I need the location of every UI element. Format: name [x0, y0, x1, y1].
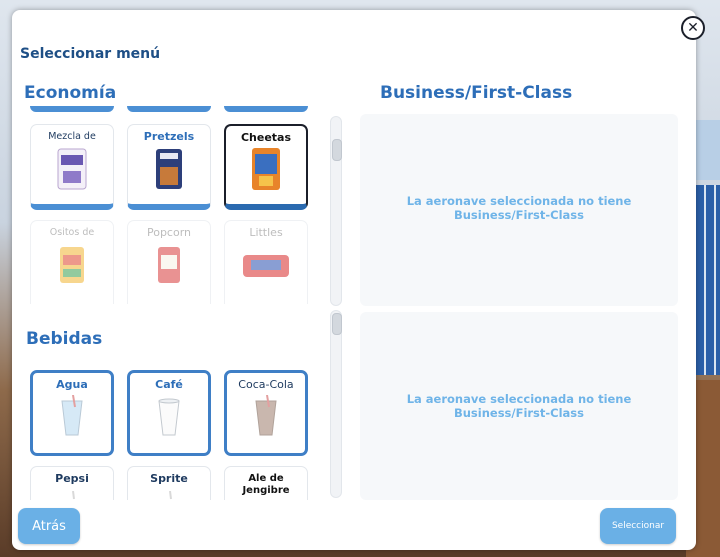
littles-bag-icon: [243, 255, 289, 277]
trail-mix-bag-icon: [57, 148, 87, 190]
drink-label: Sprite: [150, 472, 188, 485]
close-icon[interactable]: ✕: [681, 16, 705, 40]
drink-card-sprite[interactable]: Sprite: [127, 466, 211, 500]
pretzels-bag-icon: [156, 149, 182, 189]
drinks-heading: Bebidas: [26, 329, 103, 349]
cola-cup-icon: [255, 395, 277, 436]
business-food-message: La aeronave seleccionada no tiene Busine…: [406, 194, 632, 222]
drink-card-coca-cola[interactable]: Coca-Cola: [224, 370, 308, 456]
water-cup-icon: [61, 395, 83, 436]
economy-snacks-list[interactable]: Mezcla de Pretzels Cheetas Ositos de Pop…: [26, 106, 314, 304]
snack-label: Mezcla de: [48, 131, 96, 142]
snack-card-partial[interactable]: [30, 106, 114, 112]
business-drinks-panel: La aeronave seleccionada no tiene Busine…: [360, 312, 678, 500]
business-drinks-message: La aeronave seleccionada no tiene Busine…: [406, 392, 632, 420]
snack-label: Popcorn: [146, 226, 192, 239]
snack-card-popcorn[interactable]: Popcorn: [127, 220, 211, 304]
drink-label: Café: [155, 378, 183, 391]
snack-card-partial[interactable]: [127, 106, 211, 112]
scrollbar-thumb[interactable]: [332, 313, 342, 335]
select-button[interactable]: Seleccionar: [600, 508, 676, 544]
dialog-title: Seleccionar menú: [20, 46, 161, 62]
back-button[interactable]: Atrás: [18, 508, 80, 544]
drink-card-agua[interactable]: Agua: [30, 370, 114, 456]
menu-selection-dialog: Seleccionar menú Economía Business/First…: [12, 10, 696, 550]
drink-label: Pepsi: [55, 472, 89, 485]
snack-card-partial[interactable]: [224, 106, 308, 112]
coffee-cup-icon: [158, 398, 180, 436]
snack-card-pretzels[interactable]: Pretzels: [127, 124, 211, 210]
business-food-panel: La aeronave seleccionada no tiene Busine…: [360, 114, 678, 306]
drink-card-ginger-ale[interactable]: Ale de Jengibre: [224, 466, 308, 500]
snack-label: Pretzels: [143, 130, 195, 143]
snack-card-ositos[interactable]: Ositos de: [30, 220, 114, 304]
pepsi-cup-icon: [72, 491, 75, 500]
snack-card-littles[interactable]: Littles: [224, 220, 308, 304]
business-heading: Business/First-Class: [380, 83, 573, 103]
drink-card-cafe[interactable]: Café: [127, 370, 211, 456]
snack-card-cheetas[interactable]: Cheetas: [224, 124, 308, 210]
snack-label: Ositos de: [49, 227, 95, 238]
snack-card-mezcla[interactable]: Mezcla de: [30, 124, 114, 210]
snack-label: Littles: [249, 226, 283, 239]
drink-label: Coca-Cola: [238, 378, 294, 391]
snack-label: Cheetas: [240, 131, 292, 144]
sprite-cup-icon: [169, 491, 172, 500]
gummy-bears-bag-icon: [60, 247, 84, 283]
drink-label: Agua: [56, 378, 88, 391]
economy-snacks-scrollbar[interactable]: [330, 116, 342, 306]
drinks-list[interactable]: Agua Café Coca-Cola Pepsi Sprite Ale de …: [26, 366, 314, 500]
drink-label: Ale de Jengibre: [242, 473, 290, 496]
scrollbar-thumb[interactable]: [332, 139, 342, 161]
popcorn-bag-icon: [158, 247, 180, 283]
economy-heading: Economía: [24, 83, 117, 103]
drink-card-pepsi[interactable]: Pepsi: [30, 466, 114, 500]
drinks-scrollbar[interactable]: [330, 310, 342, 498]
cheetas-bag-icon: [252, 148, 280, 190]
